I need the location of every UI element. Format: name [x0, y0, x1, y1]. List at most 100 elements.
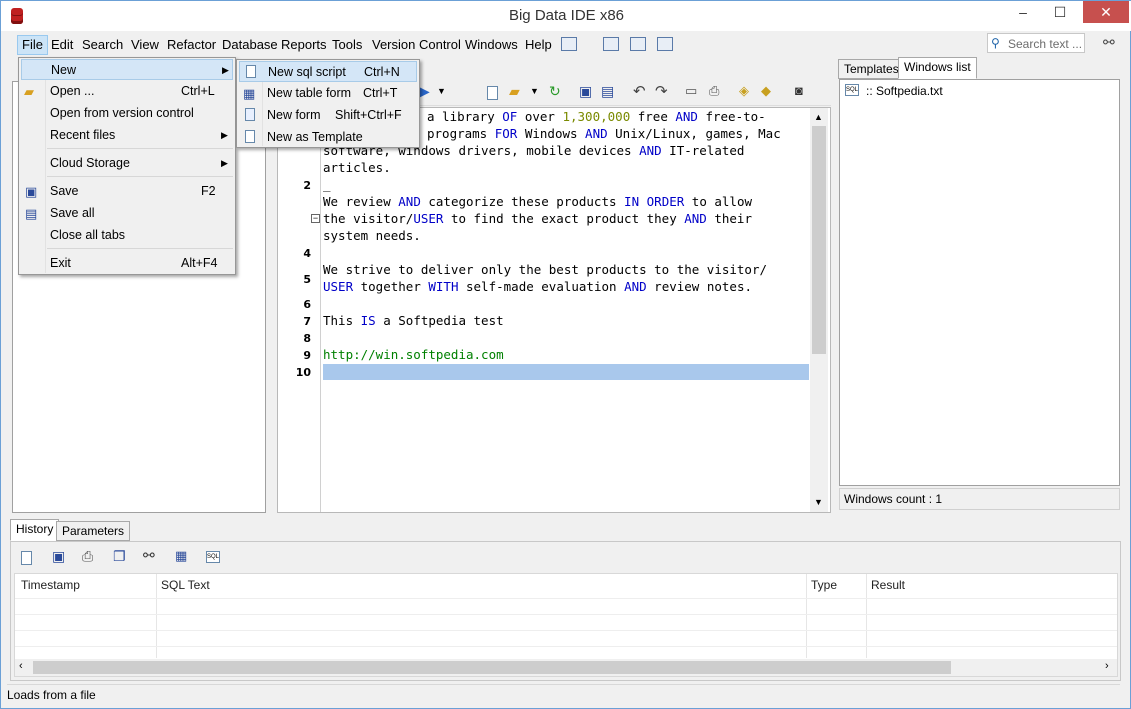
- scroll-right-icon[interactable]: ›: [1105, 660, 1109, 672]
- copy-icon[interactable]: ❐: [113, 548, 126, 565]
- window-layout-icon[interactable]: [561, 37, 577, 51]
- menu-item-new-table-form[interactable]: ▦ New table form Ctrl+T: [239, 83, 417, 104]
- row-divider: [15, 614, 1117, 615]
- windows-count: Windows count : 1: [839, 488, 1120, 510]
- save-as-icon[interactable]: ▤: [601, 83, 614, 100]
- menu-database[interactable]: Database: [218, 35, 282, 55]
- code-line: http://win.softpedia.com: [323, 347, 504, 362]
- column-header-type[interactable]: Type: [811, 573, 837, 597]
- print-icon[interactable]: ⎙: [709, 83, 719, 99]
- menu-view[interactable]: View: [127, 35, 163, 55]
- code-line: programs FOR Windows AND Unix/Linux, gam…: [427, 126, 781, 141]
- menu-item-recent-files[interactable]: Recent files ▶: [21, 125, 233, 146]
- horizontal-split-icon[interactable]: [603, 37, 619, 51]
- menu-item-new-sql-script[interactable]: New sql script Ctrl+N: [239, 61, 417, 82]
- scroll-down-icon[interactable]: ▼: [814, 497, 823, 507]
- menu-windows[interactable]: Windows: [461, 35, 522, 55]
- save-icon[interactable]: ▣: [52, 548, 65, 565]
- vertical-split-icon[interactable]: [630, 37, 646, 51]
- column-header-timestamp[interactable]: Timestamp: [21, 573, 80, 597]
- chevron-down-icon[interactable]: ▼: [437, 86, 446, 96]
- new-file-icon[interactable]: [21, 551, 32, 565]
- template-icon: [245, 130, 255, 143]
- open-folder-icon: ▰: [24, 84, 34, 99]
- title-bar[interactable]: Big Data IDE x86 – ☐ ✕: [1, 1, 1131, 31]
- menu-item-new-form[interactable]: New form Shift+Ctrl+F: [239, 105, 417, 126]
- line-number: 10: [295, 366, 311, 379]
- chevron-right-icon: ▶: [221, 130, 228, 140]
- search-input[interactable]: ⚲ Search text ...: [987, 33, 1085, 53]
- column-header-sql-text[interactable]: SQL Text: [161, 573, 210, 597]
- row-divider: [15, 630, 1117, 631]
- menu-item-new-as-template[interactable]: New as Template: [239, 127, 417, 148]
- menu-edit[interactable]: Edit: [47, 35, 77, 55]
- copy-icon[interactable]: ◈: [739, 83, 749, 99]
- menu-search[interactable]: Search: [78, 35, 127, 55]
- menu-item-cloud-storage[interactable]: Cloud Storage ▶: [21, 153, 233, 174]
- menu-item-open-from-vc[interactable]: Open from version control: [21, 103, 233, 124]
- open-folder-icon[interactable]: ▰: [509, 83, 520, 100]
- main-window: Big Data IDE x86 – ☐ ✕ File Edit Search …: [0, 0, 1131, 709]
- tile-windows-icon[interactable]: [657, 37, 673, 51]
- tab-windows-list[interactable]: Windows list: [898, 57, 977, 79]
- menu-item-open[interactable]: ▰ Open ... Ctrl+L: [21, 81, 233, 102]
- scrollbar-thumb[interactable]: [812, 126, 826, 354]
- fold-toggle-icon[interactable]: −: [311, 214, 320, 223]
- menu-item-close-all-tabs[interactable]: Close all tabs: [21, 225, 233, 246]
- minimize-button[interactable]: –: [1009, 1, 1037, 23]
- undo-icon[interactable]: ↶: [633, 82, 646, 100]
- new-file-icon[interactable]: [487, 86, 498, 100]
- gutter-divider: [320, 108, 321, 512]
- menu-item-exit[interactable]: Exit Alt+F4: [21, 253, 233, 274]
- camera-icon[interactable]: ◙: [795, 83, 803, 98]
- menu-reports[interactable]: Reports: [277, 35, 331, 55]
- sql-file-icon: SQL: [845, 84, 859, 96]
- menu-refactor[interactable]: Refactor: [163, 35, 220, 55]
- editor-scrollbar[interactable]: ▲ ▼: [810, 108, 828, 512]
- chevron-right-icon: ▶: [221, 158, 228, 168]
- close-button[interactable]: ✕: [1083, 1, 1129, 23]
- chevron-down-icon[interactable]: ▼: [530, 86, 539, 96]
- print-preview-icon[interactable]: ▭: [685, 83, 697, 99]
- maximize-button[interactable]: ☐: [1037, 1, 1083, 23]
- menu-tools[interactable]: Tools: [328, 35, 366, 55]
- save-icon[interactable]: ▣: [579, 83, 592, 100]
- tab-parameters[interactable]: Parameters: [56, 521, 131, 541]
- menu-item-new[interactable]: New ▶: [21, 59, 233, 80]
- print-icon[interactable]: ⎙: [82, 548, 93, 565]
- run-icon[interactable]: ▶: [419, 83, 430, 100]
- sql-icon[interactable]: SQL: [206, 551, 220, 563]
- column-header-result[interactable]: Result: [871, 573, 905, 597]
- line-number: 9: [303, 349, 311, 362]
- current-line-highlight: [323, 364, 809, 380]
- menu-item-save[interactable]: ▣ Save F2: [21, 181, 233, 202]
- menu-help[interactable]: Help: [521, 35, 556, 55]
- line-number: 8: [303, 332, 311, 345]
- tab-templates[interactable]: Templates: [838, 59, 905, 79]
- code-line: system needs.: [323, 228, 421, 243]
- history-horizontal-scrollbar[interactable]: ‹ ›: [15, 659, 1117, 676]
- binoculars-icon[interactable]: ⚯: [143, 547, 155, 564]
- form-icon: [245, 108, 255, 121]
- scroll-up-icon[interactable]: ▲: [814, 112, 823, 122]
- scroll-left-icon[interactable]: ‹: [19, 660, 23, 672]
- refresh-icon[interactable]: ↻: [549, 83, 561, 100]
- search-icon: ⚲: [991, 36, 1000, 50]
- code-line: the visitor/USER to find the exact produ…: [323, 211, 752, 226]
- tab-history[interactable]: History: [10, 519, 60, 541]
- code-line: We strive to deliver only the best produ…: [323, 262, 768, 277]
- binoculars-icon[interactable]: ⚯: [1103, 34, 1115, 51]
- code-line: articles.: [323, 160, 391, 175]
- new-submenu: New sql script Ctrl+N ▦ New table form Ctr…: [236, 59, 420, 148]
- clear-icon[interactable]: ◆: [761, 83, 771, 99]
- menu-file[interactable]: File: [17, 35, 48, 55]
- windows-list-item[interactable]: :: Softpedia.txt: [866, 84, 943, 98]
- redo-icon[interactable]: ↷: [655, 82, 668, 100]
- line-number: 7: [303, 315, 311, 328]
- row-divider: [15, 646, 1117, 647]
- menu-item-save-all[interactable]: ▤ Save all: [21, 203, 233, 224]
- scrollbar-thumb[interactable]: [33, 661, 951, 674]
- menu-version-control[interactable]: Version Control: [368, 35, 465, 55]
- save-all-icon: ▤: [25, 206, 38, 221]
- keyboard-icon[interactable]: ▦: [175, 548, 187, 564]
